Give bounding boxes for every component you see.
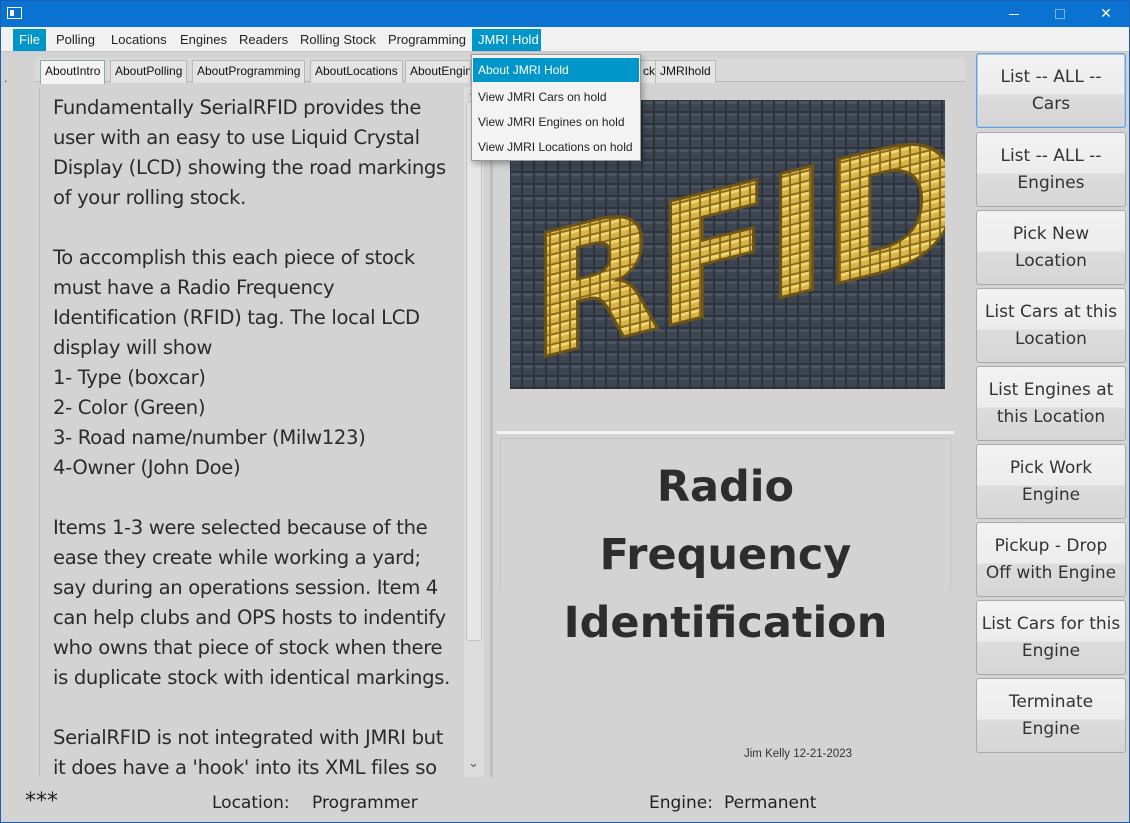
intro-text-area[interactable]: Fundamentally SerialRFID provides the us… [39, 87, 465, 777]
list-cars-for-engine-button[interactable]: List Cars for this Engine [976, 600, 1126, 675]
tab-about-polling[interactable]: AboutPolling [110, 60, 188, 83]
tab-jmri-hold[interactable]: JMRIhold [655, 60, 716, 83]
author-credit: Jim Kelly 12-21-2023 [744, 748, 853, 760]
engine-label: Engine: [649, 793, 713, 813]
horizontal-divider[interactable] [497, 431, 954, 434]
splitter-marker: . [4, 71, 8, 85]
menu-rolling-stock[interactable]: Rolling Stock [294, 29, 382, 51]
menu-item-view-jmri-locations[interactable]: View JMRI Locations on hold [473, 135, 639, 159]
list-all-cars-button[interactable]: List -- ALL -- Cars [976, 53, 1126, 128]
maximize-icon [1055, 9, 1065, 19]
menu-polling[interactable]: Polling [50, 29, 101, 51]
scroll-down-icon[interactable]: ⌄ [468, 755, 479, 771]
tab-about-programming[interactable]: AboutProgramming [192, 60, 306, 83]
pickup-drop-off-button[interactable]: Pickup - Drop Off with Engine [976, 522, 1126, 597]
menu-readers[interactable]: Readers [233, 29, 294, 51]
jmri-hold-menu: About JMRI Hold View JMRI Cars on hold V… [471, 54, 641, 161]
menu-item-about-jmri-hold[interactable]: About JMRI Hold [473, 58, 639, 82]
maximize-button[interactable] [1037, 1, 1083, 27]
menu-locations[interactable]: Locations [105, 29, 173, 51]
menu-programming[interactable]: Programming [382, 29, 472, 51]
location-label: Location: [212, 793, 290, 813]
tab-about-intro[interactable]: AboutIntro [40, 60, 106, 84]
title-bar: ✕ [1, 1, 1129, 27]
menu-bar: File Polling Locations Engines Readers R… [1, 27, 1129, 52]
scroll-thumb[interactable] [466, 101, 482, 641]
minimize-icon [1009, 14, 1019, 15]
menu-item-view-jmri-cars[interactable]: View JMRI Cars on hold [473, 85, 639, 109]
menu-engines[interactable]: Engines [174, 29, 233, 51]
pick-work-engine-button[interactable]: Pick Work Engine [976, 444, 1126, 519]
intro-text: Fundamentally SerialRFID provides the us… [53, 96, 450, 777]
list-all-engines-button[interactable]: List -- ALL -- Engines [976, 132, 1126, 207]
pick-new-location-button[interactable]: Pick New Location [976, 210, 1126, 285]
list-engines-at-location-button[interactable]: List Engines at this Location [976, 366, 1126, 441]
menu-item-view-jmri-engines[interactable]: View JMRI Engines on hold [473, 110, 639, 134]
vertical-divider[interactable] [490, 87, 493, 777]
status-stars: *** [25, 789, 58, 814]
close-button[interactable]: ✕ [1083, 1, 1129, 27]
engine-value: Permanent [724, 793, 817, 813]
tab-about-engines[interactable]: AboutEngin [405, 60, 471, 83]
rfid-title: Radio Frequency Identification [500, 453, 951, 657]
window-icon [7, 7, 22, 19]
title-line-2: Frequency [599, 530, 852, 580]
tab-about-locations[interactable]: AboutLocations [310, 60, 403, 83]
menu-file[interactable]: File [13, 29, 46, 51]
minimize-button[interactable] [991, 1, 1037, 27]
menu-jmri-hold[interactable]: JMRI Hold [472, 29, 541, 51]
title-line-3: Identification [563, 598, 888, 648]
list-cars-at-location-button[interactable]: List Cars at this Location [976, 288, 1126, 363]
title-line-1: Radio [656, 462, 795, 512]
text-scrollbar[interactable]: ▲ ⌄ [464, 87, 484, 777]
location-value: Programmer [312, 793, 418, 813]
terminate-engine-button[interactable]: Terminate Engine [976, 678, 1126, 753]
application-window: ✕ File Polling Locations Engines Readers… [0, 0, 1130, 823]
